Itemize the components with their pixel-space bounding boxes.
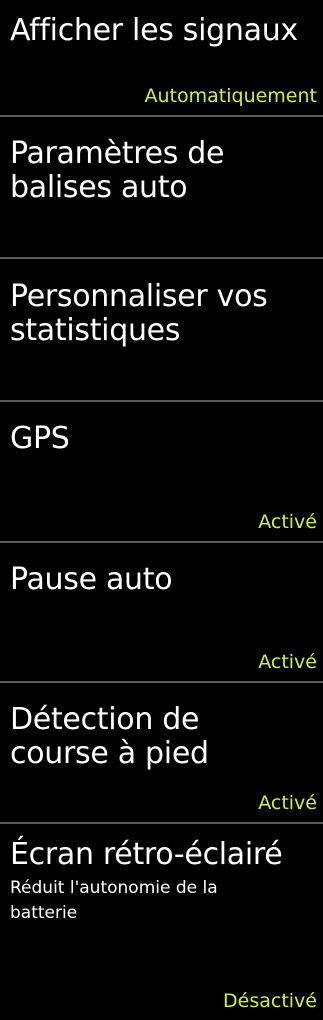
setting-title: Paramètres de balises auto [10, 136, 225, 205]
setting-title: GPS [10, 421, 70, 456]
setting-status: Activé [258, 511, 317, 533]
setting-title: Afficher les signaux [10, 13, 298, 48]
setting-status: Automatiquement [144, 85, 317, 107]
setting-title: Personnaliser vos statistiques [10, 279, 268, 348]
setting-afficher-signaux[interactable]: Afficher les signaux Automatiquement [0, 14, 323, 117]
setting-status: Activé [258, 651, 317, 673]
settings-list: Afficher les signaux Automatiquement Par… [0, 14, 323, 1020]
setting-subtitle: Réduit l'autonomie de la batterie [10, 878, 218, 923]
setting-pause-auto[interactable]: Pause auto Activé [0, 563, 323, 683]
setting-title: Écran rétro-éclairé [10, 837, 283, 872]
setting-ecran-retro-eclaire[interactable]: Écran rétro-éclairé Réduit l'autonomie d… [0, 838, 323, 1020]
setting-status: Activé [258, 792, 317, 814]
setting-title: Détection de course à pied [10, 702, 209, 771]
setting-status: Désactivé [223, 990, 317, 1012]
setting-detection-course[interactable]: Détection de course à pied Activé [0, 703, 323, 824]
setting-gps[interactable]: GPS Activé [0, 422, 323, 543]
setting-title: Pause auto [10, 562, 173, 597]
setting-balises-auto[interactable]: Paramètres de balises auto [0, 137, 323, 259]
setting-personnaliser-statistiques[interactable]: Personnaliser vos statistiques [0, 280, 323, 402]
